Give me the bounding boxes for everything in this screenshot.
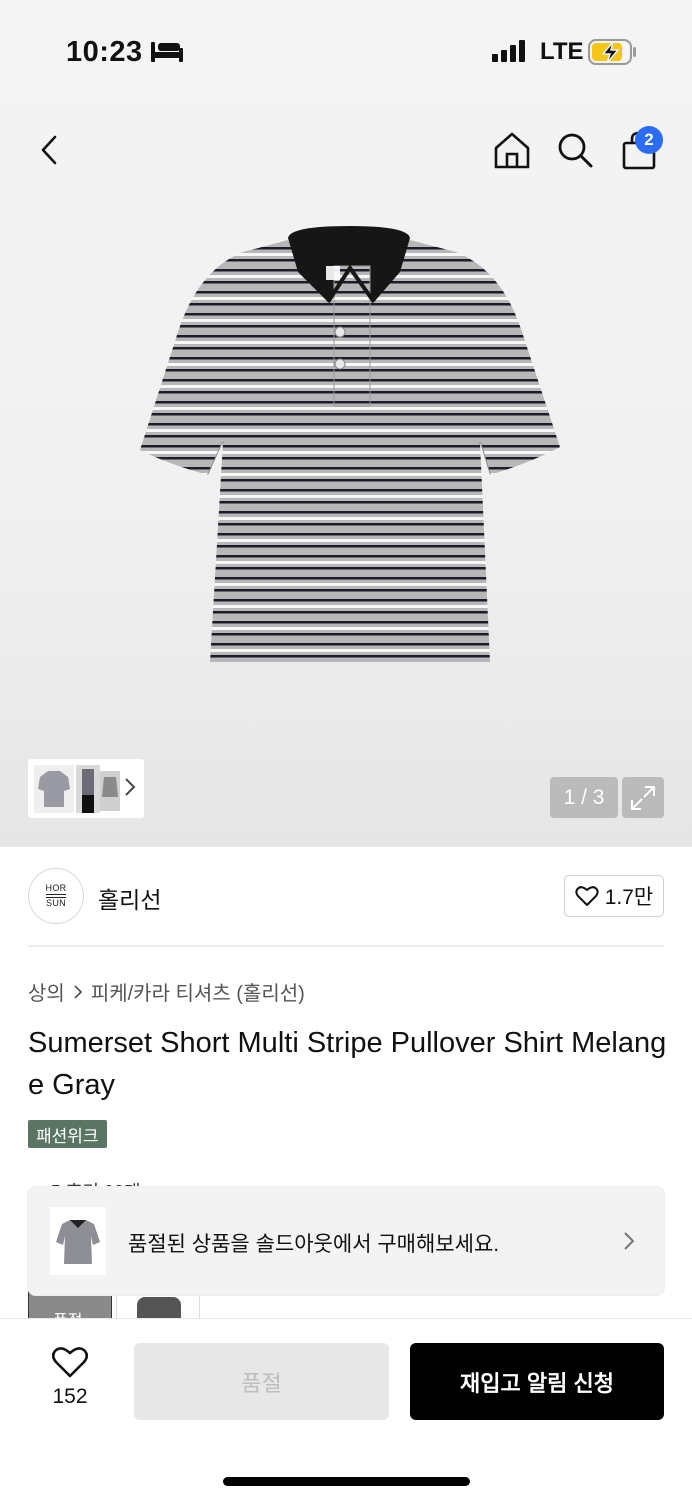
back-button[interactable]: [28, 128, 72, 172]
breadcrumb: 상의 피케/카라 티셔츠 (홀리선): [28, 977, 305, 1006]
cart-count-badge: 2: [635, 126, 663, 154]
status-bar: 10:23 LTE: [0, 0, 692, 100]
expand-icon: [631, 785, 655, 810]
home-icon: [494, 132, 530, 169]
thumbnail-images: [34, 764, 120, 813]
breadcrumb-category[interactable]: 상의: [28, 977, 65, 1006]
search-icon: [558, 133, 593, 168]
chevron-right-icon: [624, 1232, 635, 1250]
image-counter: 1 / 3: [550, 777, 618, 818]
sleep-mode-icon: [150, 40, 184, 69]
brand-logo-bottom: SUN: [46, 898, 66, 908]
soldout-market-banner[interactable]: 품절된 상품을 솔드아웃에서 구매해보세요.: [28, 1187, 664, 1295]
brand-name[interactable]: 홀리선: [98, 881, 161, 915]
heart-icon: [575, 886, 599, 906]
divider: [28, 945, 664, 947]
brand-like-count: 1.7만: [604, 886, 654, 909]
product-title: Sumerset Short Multi Stripe Pullover Shi…: [28, 1027, 667, 1101]
wishlist-count: 152: [52, 1385, 88, 1408]
image-thumbnail-strip[interactable]: [28, 759, 144, 818]
brand-row: HOR SUN 홀리선 1.7만: [28, 866, 664, 928]
chevron-right-icon: [125, 778, 136, 796]
battery-charging-icon: [588, 39, 638, 70]
restock-alert-button[interactable]: 재입고 알림 신청: [410, 1343, 664, 1420]
product-main-image[interactable]: [138, 222, 564, 668]
product-gallery: 10:23 LTE 2 1 / 3: [0, 0, 692, 847]
heart-icon: [52, 1347, 88, 1378]
breadcrumb-subcategory[interactable]: 피케/카라 티셔츠 (홀리선): [91, 977, 305, 1006]
search-button[interactable]: [553, 128, 597, 172]
banner-product-thumbnail: [50, 1207, 106, 1275]
network-type: LTE: [540, 38, 584, 65]
chevron-right-icon: [74, 984, 83, 999]
bottom-action-bar: 152 품절 재입고 알림 신청: [0, 1318, 692, 1500]
expand-image-button[interactable]: [622, 777, 664, 818]
brand-like-button[interactable]: 1.7만: [564, 875, 664, 917]
wishlist-button[interactable]: 152: [40, 1347, 100, 1409]
top-navigation: [0, 120, 692, 180]
back-arrow-icon: [41, 135, 57, 165]
soldout-button: 품절: [134, 1343, 389, 1420]
home-indicator: [223, 1477, 470, 1486]
brand-logo[interactable]: HOR SUN: [28, 868, 84, 924]
banner-text: 품절된 상품을 솔드아웃에서 구매해보세요.: [128, 1233, 500, 1256]
home-button[interactable]: [490, 128, 534, 172]
signal-strength-icon: [492, 40, 528, 67]
status-time: 10:23: [66, 36, 143, 68]
brand-logo-top: HOR: [45, 883, 67, 893]
event-tag-badge: 패션위크: [28, 1120, 107, 1148]
